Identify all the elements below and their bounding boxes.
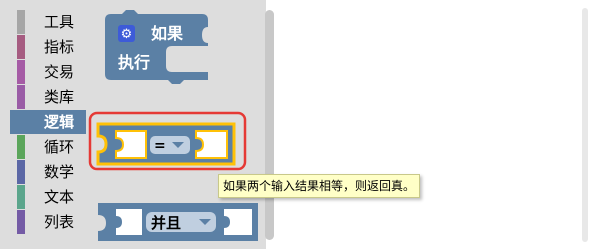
- compare-block[interactable]: =: [96, 122, 236, 166]
- flyout-blocks: ⚙ 如果 执行 = 并且: [88, 10, 258, 241]
- block-tooltip: 如果两个输入结果相等，则返回真。: [218, 174, 421, 198]
- operator-label: 并且: [151, 214, 181, 232]
- do-label: 执行: [118, 53, 150, 72]
- and-block[interactable]: 并且: [98, 203, 258, 241]
- if-block[interactable]: ⚙ 如果 执行: [105, 10, 208, 84]
- gear-icon[interactable]: ⚙: [121, 27, 133, 42]
- if-label: 如果: [151, 24, 183, 43]
- operator-label: =: [154, 138, 166, 154]
